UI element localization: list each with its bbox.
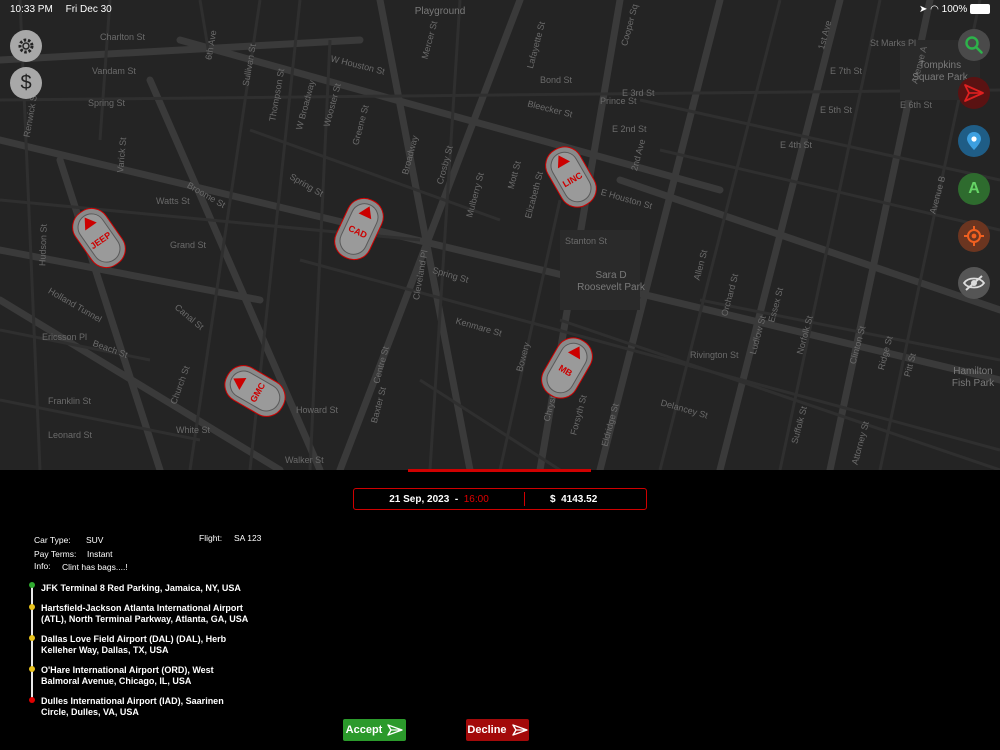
pay-terms-value: Instant [87,549,113,559]
gear-icon [18,38,34,54]
route-stop: Dulles International Airport (IAD), Saar… [41,696,261,718]
send-icon [964,84,984,102]
status-time: 10:33 PM [10,4,53,15]
map-street-label: Ericsson Pl [42,332,88,342]
info-label: Info: [34,561,51,571]
decline-button[interactable]: Decline [466,719,529,741]
trip-date-separator: - [454,493,459,505]
map-street-label: Franklin St [48,396,92,406]
info-value: Clint has bags....! [62,562,128,572]
map-place-label: Hamilton Fish Park [951,366,995,389]
map-place-label: Tompkins Square Park [912,60,968,83]
battery-percent: 100% [941,4,968,15]
trip-datetime: 21 Sep, 2023 - 16:00 [354,494,524,505]
status-date: Fri Dec 30 [65,4,112,15]
map-street-label: E 4th St [780,140,813,150]
accept-label: Accept [345,724,383,736]
route-stop: O'Hare International Airport (ORD), West… [41,665,261,687]
stop-address-line1: O'Hare International Airport (ORD), West [41,665,214,675]
accept-button[interactable]: Accept [343,719,406,741]
trip-date: 21 Sep, 2023 [389,493,450,505]
trip-price: $ 4143.52 [525,494,646,505]
battery-icon [970,4,990,15]
price-amount: 4143.52 [561,493,598,505]
stop-address-line1: Dallas Love Field Airport (DAL) (DAL), H… [41,634,227,644]
map-street-label: Stanton St [565,236,608,246]
route-stop: Hartsfield-Jackson Atlanta International… [41,603,261,625]
map-street-label: Howard St [296,405,339,415]
map-street-label: Bond St [540,75,573,85]
map-street-label: Hudson St [37,223,49,267]
search-icon [965,36,983,54]
crosshair-icon [964,226,984,246]
profile-avatar-button[interactable]: A [958,173,990,205]
navigate-button[interactable] [958,77,990,109]
car-type-label: Car Type: [34,535,71,545]
visibility-toggle-button[interactable] [958,267,990,299]
stop-address-line2: (ATL), North Terminal Parkway, Atlanta, … [41,614,249,624]
flight-label: Flight: [199,533,223,543]
location-pin-button[interactable] [958,125,990,157]
map-street-label: E 6th St [900,100,933,110]
status-bar: 10:33 PM Fri Dec 30 ➤ ◠ 100% [10,4,990,18]
pay-terms-label: Pay Terms: [34,549,77,559]
dollar-icon: $ [20,71,32,94]
wifi-icon: ◠ [930,4,939,15]
stop-dot [29,666,35,672]
map-street-label: Spring St [88,98,126,108]
send-icon [387,724,404,736]
avatar-letter: A [968,180,980,197]
route-line [31,585,33,701]
price-currency: $ [550,493,556,505]
drawer-handle[interactable] [408,469,591,472]
search-button[interactable] [958,29,990,61]
stop-address-line2: Circle, Dulles, VA, USA [41,707,139,717]
map-street-label: Leonard St [48,430,93,440]
send-icon [511,724,528,736]
map-street-label: Watts St [156,196,190,206]
stop-address-line2: Kelleher Way, Dallas, TX, USA [41,645,169,655]
trip-time: 16:00 [463,493,489,505]
map-street-label: E 5th St [820,105,853,115]
trip-summary-bar: 21 Sep, 2023 - 16:00 $ 4143.52 [353,488,647,510]
map-street-label: Walker St [285,455,324,465]
recenter-button[interactable] [958,220,990,252]
location-arrow-icon: ➤ [918,4,928,15]
car-type-value: SUV [86,535,104,545]
stop-address-line2: Balmoral Avenue, Chicago, IL, USA [41,676,192,686]
map-street-label: White St [176,425,211,435]
pickup-dot [29,582,35,588]
map-place-label: Sara D Roosevelt Park [577,270,645,293]
map-view[interactable]: Charlton St Vandam St Spring St Watts St… [0,0,1000,470]
earnings-button[interactable]: $ [10,67,42,99]
map-street-label: St Marks Pl [870,38,917,48]
map-street-label: E 2nd St [612,124,647,134]
route-stop: JFK Terminal 8 Red Parking, Jamaica, NY,… [41,583,261,594]
decline-label: Decline [467,724,507,736]
stop-address-line1: JFK Terminal 8 Red Parking, Jamaica, NY,… [41,583,241,593]
map-street-label: Charlton St [100,32,146,42]
map-pin-icon [967,132,981,150]
route-stop: Dallas Love Field Airport (DAL) (DAL), H… [41,634,261,656]
flight-value: SA 123 [234,533,262,543]
map-street-label: Vandam St [92,66,136,76]
map-street-label: Rivington St [690,350,739,360]
stop-address-line1: Hartsfield-Jackson Atlanta International… [41,603,243,613]
settings-button[interactable] [10,30,42,62]
eye-off-icon [963,275,985,291]
map-street-label: E 3rd St [622,88,655,98]
map-street-label: E 7th St [830,66,863,76]
dropoff-dot [29,697,35,703]
map-street-label: Grand St [170,240,207,250]
stop-dot [29,604,35,610]
stop-address-line1: Dulles International Airport (IAD), Saar… [41,696,224,706]
stop-dot [29,635,35,641]
